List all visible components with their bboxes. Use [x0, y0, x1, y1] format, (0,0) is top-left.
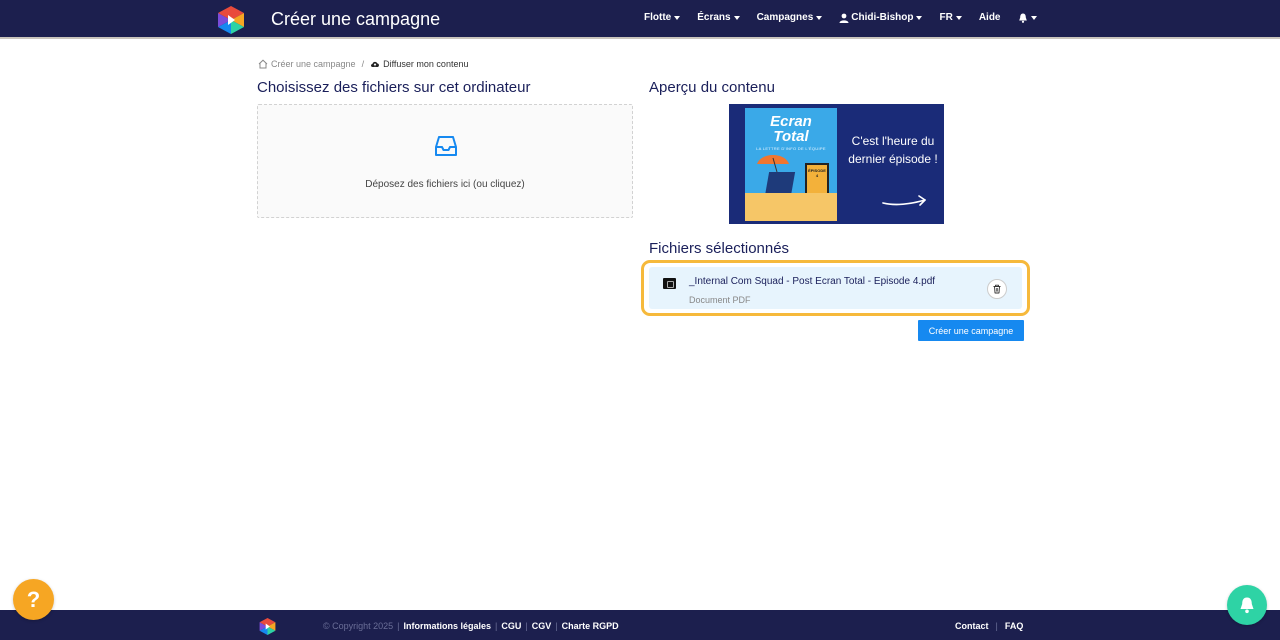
- caret-down-icon: [816, 15, 823, 20]
- nav-user-label: Chidi-Bishop: [851, 12, 914, 23]
- selected-files-title: Fichiers sélectionnés: [649, 240, 790, 257]
- nav-fleet[interactable]: Flotte: [644, 12, 681, 23]
- help-fab-button[interactable]: ?: [13, 579, 54, 620]
- breadcrumb-current: Diffuser mon contenu: [370, 59, 468, 69]
- file-type: Document PDF: [689, 295, 751, 305]
- arrow-right-icon: [882, 195, 926, 206]
- nav-help-label: Aide: [978, 12, 1001, 23]
- footer: © Copyright 2025 | Informations légales …: [0, 610, 1280, 640]
- poster-sand: [745, 193, 837, 221]
- footer-link-rgpd[interactable]: Charte RGPD: [562, 621, 619, 631]
- footer-divider: |: [495, 621, 498, 631]
- inbox-icon: [435, 136, 457, 156]
- breadcrumb-label: Créer une campagne: [271, 59, 356, 69]
- footer-legal-links: © Copyright 2025 | Informations légales …: [323, 621, 619, 631]
- caret-down-icon: [955, 15, 962, 20]
- nav-screens-label: Écrans: [697, 12, 731, 23]
- footer-link-contact[interactable]: Contact: [955, 621, 989, 631]
- poster-title: Ecran Total: [770, 113, 812, 145]
- caret-down-icon: [1030, 15, 1037, 20]
- caret-down-icon: [674, 15, 681, 20]
- poster-sign-text: ÉPISODE 4: [808, 168, 826, 178]
- caret-down-icon: [916, 15, 923, 20]
- footer-divider: |: [555, 621, 558, 631]
- app-title: Créer une campagne: [271, 9, 441, 29]
- poster-sign: ÉPISODE 4: [805, 163, 829, 197]
- footer-link-faq[interactable]: FAQ: [1005, 621, 1024, 631]
- selected-file-item: _Internal Com Squad - Post Ecran Total -…: [641, 260, 1030, 316]
- file-dropzone[interactable]: Déposez des fichiers ici (ou cliquez): [257, 104, 633, 218]
- footer-divider: |: [397, 621, 400, 631]
- bell-icon: [1240, 597, 1254, 614]
- cloud-upload-icon: [371, 61, 380, 67]
- footer-link-cgu[interactable]: CGU: [501, 621, 521, 631]
- umbrella-icon: [757, 155, 789, 172]
- copyright-text: © Copyright 2025: [323, 621, 394, 631]
- newsletter-poster: Ecran Total LA LETTRE D'INFO DE L'ÉQUIPE…: [745, 108, 837, 221]
- nav-campaigns-label: Campagnes: [756, 12, 814, 23]
- footer-right-links: Contact | FAQ: [955, 621, 1023, 631]
- nav-screens[interactable]: Écrans: [697, 12, 740, 23]
- notification-fab-button[interactable]: [1227, 585, 1267, 625]
- breadcrumb-label: Diffuser mon contenu: [383, 59, 469, 69]
- content-preview-image: Ecran Total LA LETTRE D'INFO DE L'ÉQUIPE…: [729, 104, 944, 224]
- preview-section-title: Aperçu du contenu: [649, 79, 775, 96]
- logo[interactable]: [218, 6, 244, 34]
- footer-divider: |: [525, 621, 528, 631]
- create-campaign-button[interactable]: Créer une campagne: [918, 320, 1024, 341]
- nav-language-label: FR: [939, 12, 953, 23]
- bell-icon: [1018, 13, 1027, 23]
- upload-section-title: Choisissez des fichiers sur cet ordinate…: [257, 79, 531, 96]
- user-icon: [839, 13, 849, 23]
- file-item-body: _Internal Com Squad - Post Ecran Total -…: [649, 267, 1022, 309]
- nav-campaigns[interactable]: Campagnes: [757, 12, 823, 23]
- footer-divider: |: [995, 621, 998, 631]
- trash-icon: [993, 284, 1001, 294]
- footer-link-legal[interactable]: Informations légales: [404, 621, 492, 631]
- caret-down-icon: [733, 15, 740, 20]
- poster-tagline: LA LETTRE D'INFO DE L'ÉQUIPE: [756, 146, 826, 151]
- file-name: _Internal Com Squad - Post Ecran Total -…: [689, 276, 936, 287]
- nav-user-menu[interactable]: Chidi-Bishop: [839, 12, 923, 23]
- banner-text: C'est l'heure du dernier épisode !: [848, 134, 938, 166]
- file-thumbnail-icon: [663, 278, 676, 289]
- nav-fleet-label: Flotte: [644, 12, 672, 23]
- main-nav: Flotte Écrans Campagnes Chidi-Bishop FR …: [644, 12, 1054, 23]
- nav-help[interactable]: Aide: [979, 12, 1001, 23]
- footer-link-cgv[interactable]: CGV: [532, 621, 552, 631]
- nav-notifications[interactable]: [1018, 13, 1037, 23]
- breadcrumb-create-campaign[interactable]: Créer une campagne: [258, 59, 356, 69]
- dropzone-text: Déposez des fichiers ici (ou cliquez): [365, 179, 525, 190]
- home-icon: [258, 59, 268, 69]
- footer-logo[interactable]: [259, 618, 276, 635]
- nav-language[interactable]: FR: [939, 12, 962, 23]
- breadcrumb: Créer une campagne / Diffuser mon conten…: [258, 59, 468, 69]
- breadcrumb-separator: /: [361, 59, 365, 69]
- delete-file-button[interactable]: [987, 279, 1007, 299]
- top-navbar: Créer une campagne Flotte Écrans Campagn…: [0, 0, 1280, 39]
